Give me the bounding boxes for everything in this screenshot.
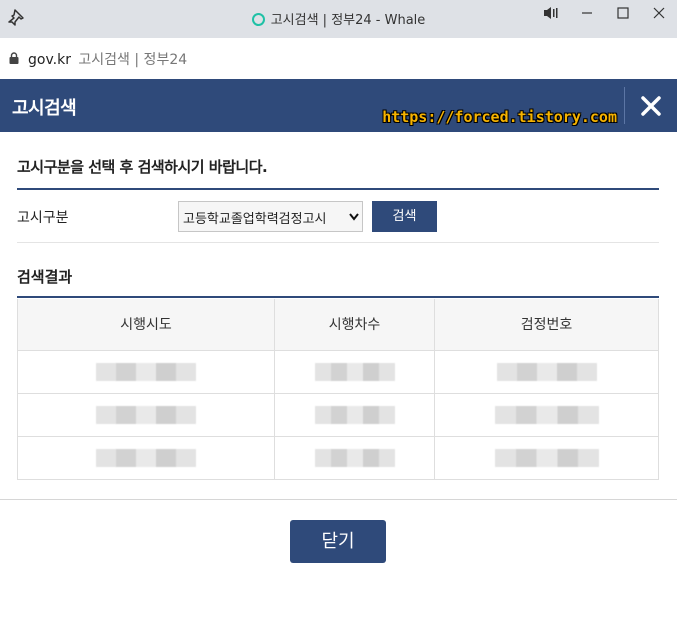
modal-title: 고시검색	[12, 98, 77, 119]
table-cell	[274, 435, 435, 480]
table-cell	[17, 435, 275, 480]
lock-icon	[9, 52, 19, 64]
redacted-value	[494, 448, 599, 467]
table-row	[17, 349, 659, 394]
table-row	[17, 435, 659, 480]
field-divider	[17, 242, 659, 243]
speaker-button[interactable]	[533, 0, 569, 26]
browser-titlebar: 고시검색 | 정부24 - Whale	[0, 0, 677, 38]
results-title: 검색결과	[17, 268, 73, 286]
table-cell	[17, 392, 275, 437]
field-label: 고시구분	[17, 210, 69, 226]
select-value: 고등학교졸업학력검정고시	[183, 212, 327, 227]
redacted-value	[496, 362, 597, 381]
section-divider	[17, 188, 659, 190]
address-domain: gov.kr	[28, 52, 71, 68]
redacted-value	[314, 448, 395, 467]
instruction-text: 고시구분을 선택 후 검색하시기 바랍니다.	[17, 158, 268, 176]
table-cell	[274, 392, 435, 437]
minimize-icon	[582, 12, 592, 14]
results-divider	[17, 296, 659, 298]
chevron-down-icon	[349, 213, 359, 221]
redacted-value	[96, 362, 196, 381]
redacted-value	[314, 362, 395, 381]
redacted-value	[494, 405, 599, 424]
search-button[interactable]: 검색	[372, 201, 437, 232]
table-header-row: 시행시도 시행차수 검정번호	[17, 299, 659, 351]
header-divider	[624, 87, 625, 124]
table-cell	[274, 349, 435, 394]
footer-divider	[0, 499, 677, 500]
tab-indicator-icon	[251, 13, 265, 26]
minimize-button[interactable]	[569, 0, 605, 26]
watermark-text: https://forced.tistory.com	[382, 108, 617, 126]
maximize-icon	[617, 7, 629, 19]
table-cell	[434, 435, 659, 480]
window-close-button[interactable]	[641, 0, 677, 26]
column-header: 검정번호	[434, 299, 659, 351]
column-header: 시행시도	[17, 299, 275, 351]
column-header: 시행차수	[274, 299, 435, 351]
table-cell	[434, 392, 659, 437]
address-page-title: 고시검색 | 정부24	[78, 52, 188, 68]
address-text: gov.kr 고시검색 | 정부24	[28, 49, 187, 69]
maximize-button[interactable]	[605, 0, 641, 26]
speaker-icon	[544, 7, 558, 19]
modal-header: 고시검색 https://forced.tistory.com	[0, 79, 677, 132]
redacted-value	[96, 405, 196, 424]
exam-type-select[interactable]: 고등학교졸업학력검정고시	[178, 201, 363, 232]
table-row	[17, 392, 659, 437]
redacted-value	[96, 448, 196, 467]
address-bar[interactable]: gov.kr 고시검색 | 정부24	[0, 38, 677, 78]
window-controls	[533, 0, 677, 30]
table-cell	[17, 349, 275, 394]
results-table: 시행시도 시행차수 검정번호	[17, 299, 659, 480]
table-cell	[434, 349, 659, 394]
close-icon[interactable]	[639, 94, 663, 118]
close-button[interactable]: 닫기	[290, 520, 386, 563]
redacted-value	[314, 405, 395, 424]
window-close-icon	[653, 7, 665, 19]
window-title: 고시검색 | 정부24 - Whale	[270, 13, 426, 28]
